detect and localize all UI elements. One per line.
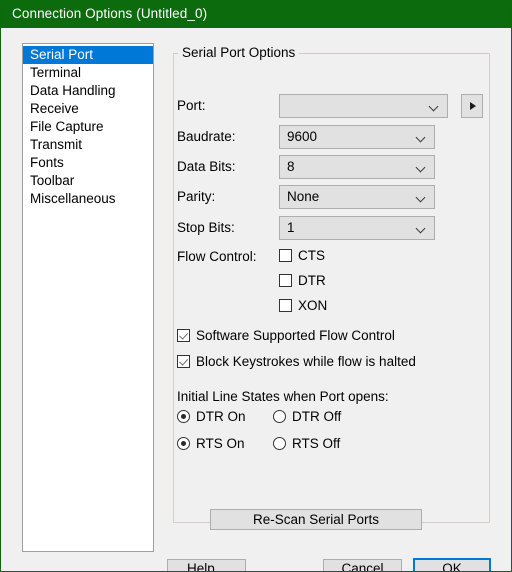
radio-rts-on-label: RTS On bbox=[196, 436, 245, 451]
chevron-down-icon bbox=[417, 164, 426, 173]
checkbox-checked-icon bbox=[177, 329, 190, 342]
chevron-down-icon bbox=[417, 134, 426, 143]
baudrate-label: Baudrate: bbox=[177, 129, 236, 144]
group-legend: Serial Port Options bbox=[178, 45, 300, 60]
radio-selected-icon bbox=[177, 410, 190, 423]
stop-bits-value: 1 bbox=[287, 220, 295, 235]
radio-dtr-on-label: DTR On bbox=[196, 409, 246, 424]
chevron-down-icon bbox=[430, 103, 439, 112]
checkbox-xon[interactable]: XON bbox=[279, 298, 327, 313]
chevron-down-icon bbox=[417, 194, 426, 203]
dialog-client-area: Serial Port Terminal Data Handling Recei… bbox=[1, 28, 511, 571]
sidebar-item-data-handling[interactable]: Data Handling bbox=[23, 82, 153, 100]
flow-control-label: Flow Control: bbox=[177, 249, 257, 264]
checkbox-block-keystrokes[interactable]: Block Keystrokes while flow is halted bbox=[177, 354, 416, 369]
ok-button[interactable]: OK bbox=[413, 558, 491, 571]
parity-value: None bbox=[287, 189, 320, 204]
rescan-serial-ports-button[interactable]: Re-Scan Serial Ports bbox=[210, 509, 422, 530]
chevron-down-icon bbox=[417, 225, 426, 234]
sidebar-item-fonts[interactable]: Fonts bbox=[23, 154, 153, 172]
checkbox-dtr-label: DTR bbox=[298, 273, 326, 288]
checkbox-software-flow-label: Software Supported Flow Control bbox=[196, 328, 395, 343]
data-bits-label: Data Bits: bbox=[177, 159, 236, 174]
port-expand-button[interactable] bbox=[461, 94, 483, 118]
initial-line-states-heading: Initial Line States when Port opens: bbox=[177, 389, 389, 404]
baudrate-combobox[interactable]: 9600 bbox=[279, 125, 435, 149]
checkbox-dtr[interactable]: DTR bbox=[279, 273, 326, 288]
checkbox-checked-icon bbox=[177, 355, 190, 368]
connection-options-dialog: Connection Options (Untitled_0) Serial P… bbox=[0, 0, 512, 572]
port-combobox[interactable] bbox=[279, 94, 448, 118]
radio-dtr-on[interactable]: DTR On bbox=[177, 409, 246, 424]
sidebar-item-serial-port[interactable]: Serial Port bbox=[23, 46, 153, 64]
parity-label: Parity: bbox=[177, 189, 216, 204]
checkbox-icon bbox=[279, 274, 292, 287]
sidebar-item-terminal[interactable]: Terminal bbox=[23, 64, 153, 82]
sidebar-item-file-capture[interactable]: File Capture bbox=[23, 118, 153, 136]
sidebar-item-receive[interactable]: Receive bbox=[23, 100, 153, 118]
parity-combobox[interactable]: None bbox=[279, 185, 435, 209]
checkbox-icon bbox=[279, 299, 292, 312]
baudrate-value: 9600 bbox=[287, 129, 318, 144]
help-button[interactable]: Help... bbox=[167, 559, 246, 571]
sidebar-item-transmit[interactable]: Transmit bbox=[23, 136, 153, 154]
radio-dtr-off[interactable]: DTR Off bbox=[273, 409, 341, 424]
sidebar-item-toolbar[interactable]: Toolbar bbox=[23, 172, 153, 190]
checkbox-xon-label: XON bbox=[298, 298, 328, 313]
stop-bits-combobox[interactable]: 1 bbox=[279, 216, 435, 240]
checkbox-icon bbox=[279, 249, 292, 262]
serial-port-options-group bbox=[173, 53, 490, 523]
radio-dtr-off-label: DTR Off bbox=[292, 409, 342, 424]
stop-bits-label: Stop Bits: bbox=[177, 220, 235, 235]
port-label: Port: bbox=[177, 98, 206, 113]
window-title: Connection Options (Untitled_0) bbox=[12, 6, 208, 21]
cancel-button[interactable]: Cancel bbox=[323, 559, 402, 571]
radio-rts-off[interactable]: RTS Off bbox=[273, 436, 340, 451]
title-bar: Connection Options (Untitled_0) bbox=[1, 1, 511, 28]
data-bits-combobox[interactable]: 8 bbox=[279, 155, 435, 179]
category-listbox[interactable]: Serial Port Terminal Data Handling Recei… bbox=[22, 43, 154, 552]
checkbox-cts[interactable]: CTS bbox=[279, 248, 325, 263]
checkbox-cts-label: CTS bbox=[298, 248, 325, 263]
radio-icon bbox=[273, 410, 286, 423]
triangle-right-icon bbox=[470, 102, 476, 110]
data-bits-value: 8 bbox=[287, 159, 295, 174]
checkbox-block-keystrokes-label: Block Keystrokes while flow is halted bbox=[196, 354, 416, 369]
radio-icon bbox=[273, 437, 286, 450]
checkbox-software-supported-flow-control[interactable]: Software Supported Flow Control bbox=[177, 328, 395, 343]
sidebar-item-miscellaneous[interactable]: Miscellaneous bbox=[23, 190, 153, 208]
radio-selected-icon bbox=[177, 437, 190, 450]
radio-rts-on[interactable]: RTS On bbox=[177, 436, 245, 451]
radio-rts-off-label: RTS Off bbox=[292, 436, 341, 451]
